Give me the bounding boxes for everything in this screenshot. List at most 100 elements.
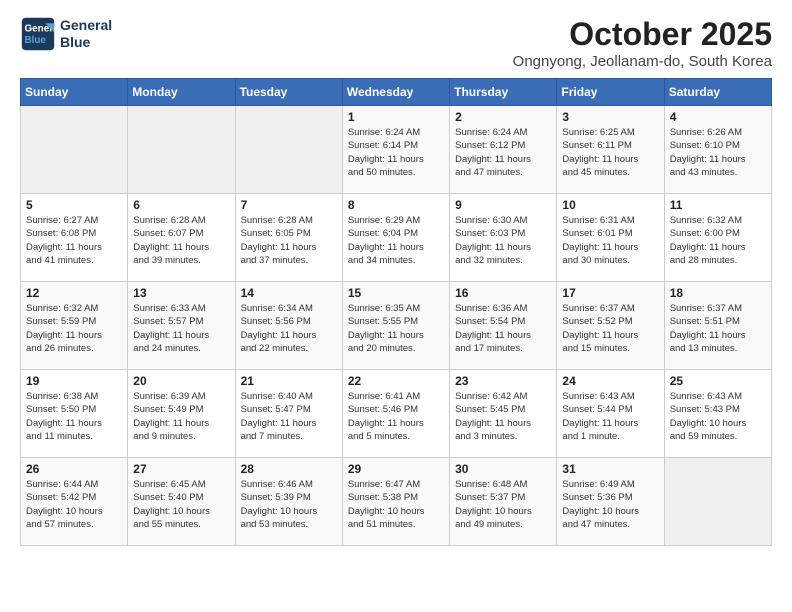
logo-icon: General Blue — [20, 16, 56, 52]
week-row: 12Sunrise: 6:32 AM Sunset: 5:59 PM Dayli… — [21, 282, 772, 370]
day-number: 5 — [26, 198, 122, 212]
calendar-cell: 9Sunrise: 6:30 AM Sunset: 6:03 PM Daylig… — [450, 194, 557, 282]
cell-content: Sunrise: 6:49 AM Sunset: 5:36 PM Dayligh… — [562, 478, 658, 531]
day-number: 7 — [241, 198, 337, 212]
day-number: 25 — [670, 374, 766, 388]
cell-content: Sunrise: 6:43 AM Sunset: 5:44 PM Dayligh… — [562, 390, 658, 443]
day-number: 18 — [670, 286, 766, 300]
day-number: 23 — [455, 374, 551, 388]
day-number: 8 — [348, 198, 444, 212]
calendar-cell: 12Sunrise: 6:32 AM Sunset: 5:59 PM Dayli… — [21, 282, 128, 370]
header-row: SundayMondayTuesdayWednesdayThursdayFrid… — [21, 79, 772, 106]
calendar-cell: 26 Sunrise: 6:44 AM Sunset: 5:42 PM Dayli… — [21, 458, 128, 546]
calendar-body: 1Sunrise: 6:24 AM Sunset: 6:14 PM Daylig… — [21, 106, 772, 546]
cell-content: Sunrise: 6:27 AM Sunset: 6:08 PM Dayligh… — [26, 214, 122, 267]
day-number: 24 — [562, 374, 658, 388]
day-number: 31 — [562, 462, 658, 476]
day-number: 13 — [133, 286, 229, 300]
calendar-cell: 6 Sunrise: 6:28 AM Sunset: 6:07 PM Daylig… — [128, 194, 235, 282]
day-number: 11 — [670, 198, 766, 212]
week-row: 26 Sunrise: 6:44 AM Sunset: 5:42 PM Dayli… — [21, 458, 772, 546]
calendar-cell: 18 Sunrise: 6:37 AM Sunset: 5:51 PM Dayli… — [664, 282, 771, 370]
calendar-cell: 7 Sunrise: 6:28 AM Sunset: 6:05 PM Daylig… — [235, 194, 342, 282]
day-number: 30 — [455, 462, 551, 476]
cell-content: Sunrise: 6:25 AM Sunset: 6:11 PM Dayligh… — [562, 126, 658, 179]
day-number: 19 — [26, 374, 122, 388]
logo: General Blue General Blue — [20, 16, 112, 52]
cell-content: Sunrise: 6:35 AM Sunset: 5:55 PM Dayligh… — [348, 302, 444, 355]
day-number: 1 — [348, 110, 444, 124]
calendar-cell: 5 Sunrise: 6:27 AM Sunset: 6:08 PM Daylig… — [21, 194, 128, 282]
month-title: October 2025 — [513, 16, 772, 53]
cell-content: Sunrise: 6:26 AM Sunset: 6:10 PM Dayligh… — [670, 126, 766, 179]
cell-content: Sunrise: 6:31 AM Sunset: 6:01 PM Dayligh… — [562, 214, 658, 267]
calendar-cell — [664, 458, 771, 546]
day-number: 20 — [133, 374, 229, 388]
cell-content: Sunrise: 6:43 AM Sunset: 5:43 PM Dayligh… — [670, 390, 766, 443]
svg-text:Blue: Blue — [25, 35, 47, 46]
subtitle: Ongnyong, Jeollanam-do, South Korea — [513, 53, 772, 70]
calendar-cell: 21Sunrise: 6:40 AM Sunset: 5:47 PM Dayli… — [235, 370, 342, 458]
cell-content: Sunrise: 6:38 AM Sunset: 5:50 PM Dayligh… — [26, 390, 122, 443]
calendar-cell: 24 Sunrise: 6:43 AM Sunset: 5:44 PM Dayli… — [557, 370, 664, 458]
calendar-cell: 25 Sunrise: 6:43 AM Sunset: 5:43 PM Dayli… — [664, 370, 771, 458]
day-header-tuesday: Tuesday — [235, 79, 342, 106]
day-number: 27 — [133, 462, 229, 476]
day-number: 15 — [348, 286, 444, 300]
cell-content: Sunrise: 6:36 AM Sunset: 5:54 PM Dayligh… — [455, 302, 551, 355]
cell-content: Sunrise: 6:47 AM Sunset: 5:38 PM Dayligh… — [348, 478, 444, 531]
day-header-monday: Monday — [128, 79, 235, 106]
cell-content: Sunrise: 6:42 AM Sunset: 5:45 PM Dayligh… — [455, 390, 551, 443]
calendar-cell: 1Sunrise: 6:24 AM Sunset: 6:14 PM Daylig… — [342, 106, 449, 194]
cell-content: Sunrise: 6:44 AM Sunset: 5:42 PM Dayligh… — [26, 478, 122, 531]
day-number: 4 — [670, 110, 766, 124]
day-number: 16 — [455, 286, 551, 300]
calendar: SundayMondayTuesdayWednesdayThursdayFrid… — [20, 78, 772, 546]
calendar-header: SundayMondayTuesdayWednesdayThursdayFrid… — [21, 79, 772, 106]
logo-text-line2: Blue — [60, 34, 112, 51]
calendar-cell: 22Sunrise: 6:41 AM Sunset: 5:46 PM Dayli… — [342, 370, 449, 458]
calendar-cell: 20Sunrise: 6:39 AM Sunset: 5:49 PM Dayli… — [128, 370, 235, 458]
day-header-sunday: Sunday — [21, 79, 128, 106]
cell-content: Sunrise: 6:46 AM Sunset: 5:39 PM Dayligh… — [241, 478, 337, 531]
cell-content: Sunrise: 6:28 AM Sunset: 6:05 PM Dayligh… — [241, 214, 337, 267]
cell-content: Sunrise: 6:37 AM Sunset: 5:51 PM Dayligh… — [670, 302, 766, 355]
day-header-friday: Friday — [557, 79, 664, 106]
calendar-cell: 31 Sunrise: 6:49 AM Sunset: 5:36 PM Dayli… — [557, 458, 664, 546]
cell-content: Sunrise: 6:48 AM Sunset: 5:37 PM Dayligh… — [455, 478, 551, 531]
header: General Blue General Blue October 2025 O… — [20, 16, 772, 70]
week-row: 19 Sunrise: 6:38 AM Sunset: 5:50 PM Dayli… — [21, 370, 772, 458]
cell-content: Sunrise: 6:28 AM Sunset: 6:07 PM Dayligh… — [133, 214, 229, 267]
calendar-cell — [21, 106, 128, 194]
calendar-cell: 23 Sunrise: 6:42 AM Sunset: 5:45 PM Dayli… — [450, 370, 557, 458]
day-number: 22 — [348, 374, 444, 388]
cell-content: Sunrise: 6:45 AM Sunset: 5:40 PM Dayligh… — [133, 478, 229, 531]
title-area: October 2025 Ongnyong, Jeollanam-do, Sou… — [513, 16, 772, 70]
calendar-cell: 13Sunrise: 6:33 AM Sunset: 5:57 PM Dayli… — [128, 282, 235, 370]
day-header-thursday: Thursday — [450, 79, 557, 106]
calendar-cell: 2 Sunrise: 6:24 AM Sunset: 6:12 PM Daylig… — [450, 106, 557, 194]
day-number: 21 — [241, 374, 337, 388]
cell-content: Sunrise: 6:29 AM Sunset: 6:04 PM Dayligh… — [348, 214, 444, 267]
day-number: 29 — [348, 462, 444, 476]
calendar-cell: 10 Sunrise: 6:31 AM Sunset: 6:01 PM Dayli… — [557, 194, 664, 282]
cell-content: Sunrise: 6:24 AM Sunset: 6:12 PM Dayligh… — [455, 126, 551, 179]
calendar-cell — [235, 106, 342, 194]
cell-content: Sunrise: 6:32 AM Sunset: 5:59 PM Dayligh… — [26, 302, 122, 355]
calendar-cell: 29 Sunrise: 6:47 AM Sunset: 5:38 PM Dayli… — [342, 458, 449, 546]
day-number: 9 — [455, 198, 551, 212]
calendar-cell: 28Sunrise: 6:46 AM Sunset: 5:39 PM Dayli… — [235, 458, 342, 546]
cell-content: Sunrise: 6:32 AM Sunset: 6:00 PM Dayligh… — [670, 214, 766, 267]
calendar-cell: 17Sunrise: 6:37 AM Sunset: 5:52 PM Dayli… — [557, 282, 664, 370]
day-number: 2 — [455, 110, 551, 124]
day-header-wednesday: Wednesday — [342, 79, 449, 106]
calendar-cell: 11 Sunrise: 6:32 AM Sunset: 6:00 PM Dayli… — [664, 194, 771, 282]
calendar-cell: 19 Sunrise: 6:38 AM Sunset: 5:50 PM Dayli… — [21, 370, 128, 458]
calendar-cell: 16 Sunrise: 6:36 AM Sunset: 5:54 PM Dayli… — [450, 282, 557, 370]
calendar-cell: 14Sunrise: 6:34 AM Sunset: 5:56 PM Dayli… — [235, 282, 342, 370]
day-number: 10 — [562, 198, 658, 212]
day-number: 6 — [133, 198, 229, 212]
day-number: 26 — [26, 462, 122, 476]
day-number: 17 — [562, 286, 658, 300]
day-number: 3 — [562, 110, 658, 124]
